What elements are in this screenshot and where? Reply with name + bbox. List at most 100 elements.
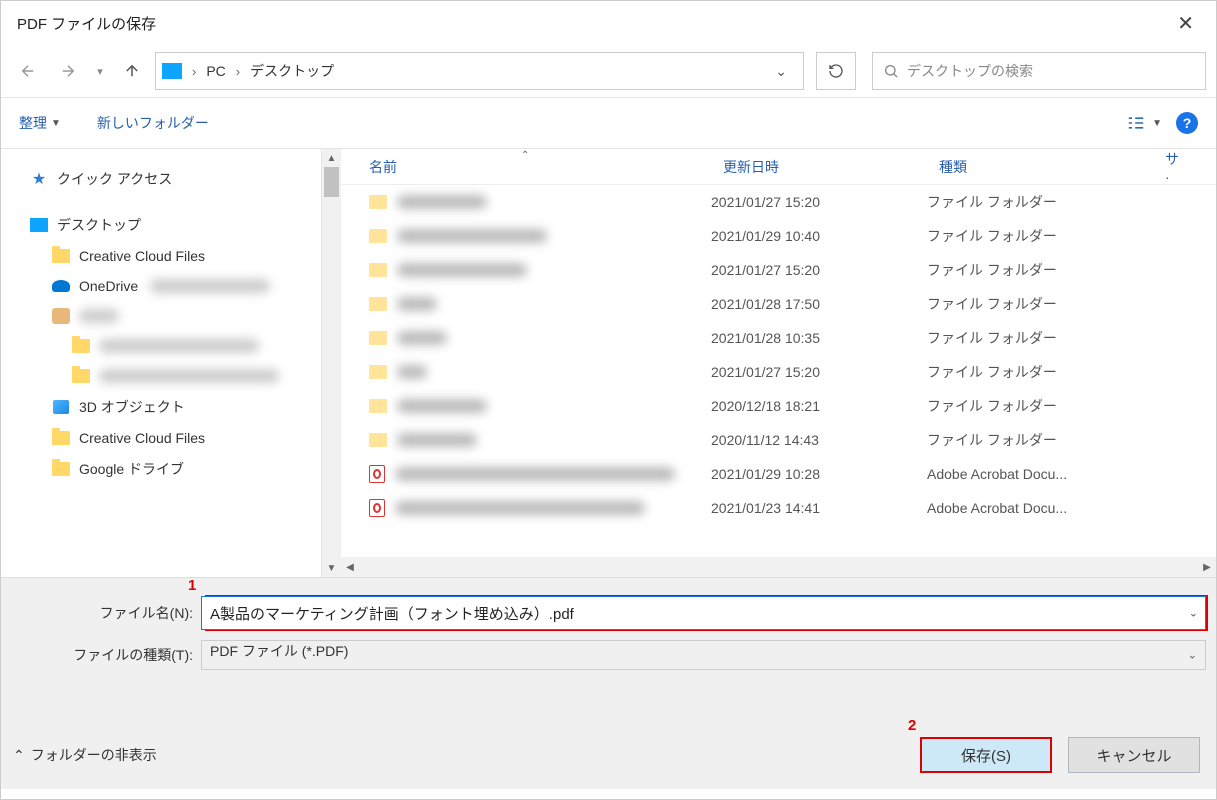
- file-type: Adobe Acrobat Docu...: [927, 466, 1153, 482]
- folder-icon: [369, 195, 387, 209]
- sidebar-label: デスクトップ: [57, 215, 141, 235]
- search-placeholder: デスクトップの検索: [907, 61, 1033, 81]
- file-date: 2021/01/27 15:20: [711, 194, 927, 210]
- column-header-size[interactable]: サ·: [1153, 149, 1193, 185]
- chevron-up-icon: ⌃: [13, 747, 25, 764]
- sidebar-label: Google ドライブ: [79, 459, 184, 479]
- address-dropdown-icon[interactable]: ⌄: [765, 63, 797, 80]
- organize-menu[interactable]: 整理▼: [19, 113, 61, 133]
- close-icon[interactable]: ✕: [1167, 5, 1204, 42]
- scroll-right-icon[interactable]: ▶: [1198, 558, 1216, 576]
- folder-icon: [51, 429, 71, 447]
- scroll-track[interactable]: [359, 557, 1198, 577]
- file-date: 2021/01/27 15:20: [711, 364, 927, 380]
- sidebar-item-blurred[interactable]: [15, 331, 341, 361]
- file-row[interactable]: 2021/01/29 10:28Adobe Acrobat Docu...: [341, 457, 1216, 491]
- folder-icon: [369, 331, 387, 345]
- hide-folders-toggle[interactable]: ⌃ フォルダーの非表示: [13, 745, 157, 765]
- sidebar-item-3d-objects[interactable]: 3D オブジェクト: [15, 391, 341, 423]
- file-type: ファイル フォルダー: [927, 430, 1153, 450]
- annotation-2: 2: [908, 717, 916, 734]
- blurred-text: [150, 279, 270, 293]
- back-button[interactable]: [11, 54, 45, 88]
- help-icon[interactable]: ?: [1176, 112, 1198, 134]
- blurred-filename: [397, 297, 437, 311]
- blurred-text: [99, 369, 279, 383]
- blurred-filename: [395, 501, 645, 515]
- filename-row: ファイル名(N): ⌄: [11, 596, 1206, 630]
- sidebar-label: Creative Cloud Files: [79, 248, 205, 264]
- file-type: ファイル フォルダー: [927, 192, 1153, 212]
- sidebar-item-desktop[interactable]: デスクトップ: [15, 209, 341, 241]
- star-icon: ★: [29, 170, 49, 188]
- sidebar-scrollbar[interactable]: ▲ ▼: [321, 149, 341, 577]
- cloud-icon: [51, 277, 71, 295]
- chevron-down-icon[interactable]: ⌄: [1189, 607, 1198, 620]
- file-date: 2021/01/23 14:41: [711, 500, 927, 516]
- view-mode-toggle[interactable]: ▼: [1126, 115, 1162, 131]
- folder-icon: [51, 460, 71, 478]
- sidebar-item-quick-access[interactable]: ★ クイック アクセス: [15, 163, 341, 195]
- file-row[interactable]: 2021/01/23 14:41Adobe Acrobat Docu...: [341, 491, 1216, 525]
- file-row[interactable]: 2021/01/29 10:40ファイル フォルダー: [341, 219, 1216, 253]
- address-segment-desktop[interactable]: デスクトップ: [248, 59, 336, 83]
- new-folder-button[interactable]: 新しいフォルダー: [97, 113, 209, 133]
- filename-label: ファイル名(N):: [11, 603, 201, 623]
- file-date: 2021/01/29 10:40: [711, 228, 927, 244]
- blurred-filename: [397, 195, 487, 209]
- scroll-down-icon[interactable]: ▼: [322, 559, 341, 577]
- cancel-button[interactable]: キャンセル: [1068, 737, 1200, 773]
- folder-icon: [71, 367, 91, 385]
- pdf-icon: [369, 499, 385, 517]
- sidebar-item-blurred[interactable]: [15, 361, 341, 391]
- chevron-right-icon: ›: [186, 64, 202, 79]
- sidebar-item-ccf[interactable]: Creative Cloud Files: [15, 241, 341, 271]
- file-date: 2021/01/28 10:35: [711, 330, 927, 346]
- folder-icon: [369, 365, 387, 379]
- pdf-icon: [369, 465, 385, 483]
- file-row[interactable]: 2020/11/12 14:43ファイル フォルダー: [341, 423, 1216, 457]
- file-row[interactable]: 2021/01/27 15:20ファイル フォルダー: [341, 253, 1216, 287]
- blurred-filename: [397, 229, 547, 243]
- search-input[interactable]: デスクトップの検索: [872, 52, 1206, 90]
- folder-icon: [369, 433, 387, 447]
- refresh-button[interactable]: [816, 52, 856, 90]
- sidebar-item-onedrive[interactable]: OneDrive: [15, 271, 341, 301]
- sidebar-item-user[interactable]: [15, 301, 341, 331]
- file-row[interactable]: 2021/01/27 15:20ファイル フォルダー: [341, 185, 1216, 219]
- filetype-select[interactable]: PDF ファイル (*.PDF) ⌄: [201, 640, 1206, 670]
- horizontal-scrollbar[interactable]: ◀ ▶: [341, 557, 1216, 577]
- save-button[interactable]: 保存(S): [920, 737, 1052, 773]
- pc-icon: [162, 63, 182, 79]
- chevron-down-icon[interactable]: ⌄: [1188, 649, 1197, 662]
- sidebar-item-gdrive[interactable]: Google ドライブ: [15, 453, 341, 485]
- sidebar-label: Creative Cloud Files: [79, 430, 205, 446]
- address-segment-pc[interactable]: PC: [204, 61, 227, 81]
- file-date: 2021/01/27 15:20: [711, 262, 927, 278]
- blurred-filename: [397, 263, 527, 277]
- scroll-thumb[interactable]: [324, 167, 339, 197]
- folder-icon: [71, 337, 91, 355]
- sidebar-label: クイック アクセス: [57, 169, 172, 189]
- file-type: ファイル フォルダー: [927, 362, 1153, 382]
- filename-input[interactable]: [201, 596, 1206, 630]
- file-type: Adobe Acrobat Docu...: [927, 500, 1153, 516]
- folder-icon: [369, 229, 387, 243]
- up-button[interactable]: [115, 54, 149, 88]
- blurred-filename: [397, 399, 487, 413]
- column-header-date[interactable]: 更新日時: [711, 157, 927, 177]
- scroll-up-icon[interactable]: ▲: [322, 149, 341, 167]
- sidebar-item-ccf2[interactable]: Creative Cloud Files: [15, 423, 341, 453]
- file-row[interactable]: 2021/01/28 10:35ファイル フォルダー: [341, 321, 1216, 355]
- address-bar[interactable]: › PC › デスクトップ ⌄: [155, 52, 804, 90]
- sidebar-label: OneDrive: [79, 278, 138, 294]
- file-row[interactable]: 2020/12/18 18:21ファイル フォルダー: [341, 389, 1216, 423]
- scroll-left-icon[interactable]: ◀: [341, 558, 359, 576]
- forward-button[interactable]: [51, 54, 85, 88]
- file-row[interactable]: 2021/01/28 17:50ファイル フォルダー: [341, 287, 1216, 321]
- filetype-value: PDF ファイル (*.PDF): [210, 643, 348, 659]
- column-header-type[interactable]: 種類: [927, 157, 1153, 177]
- recent-dropdown-icon[interactable]: ▾: [91, 54, 109, 88]
- file-row[interactable]: 2021/01/27 15:20ファイル フォルダー: [341, 355, 1216, 389]
- file-date: 2020/11/12 14:43: [711, 432, 927, 448]
